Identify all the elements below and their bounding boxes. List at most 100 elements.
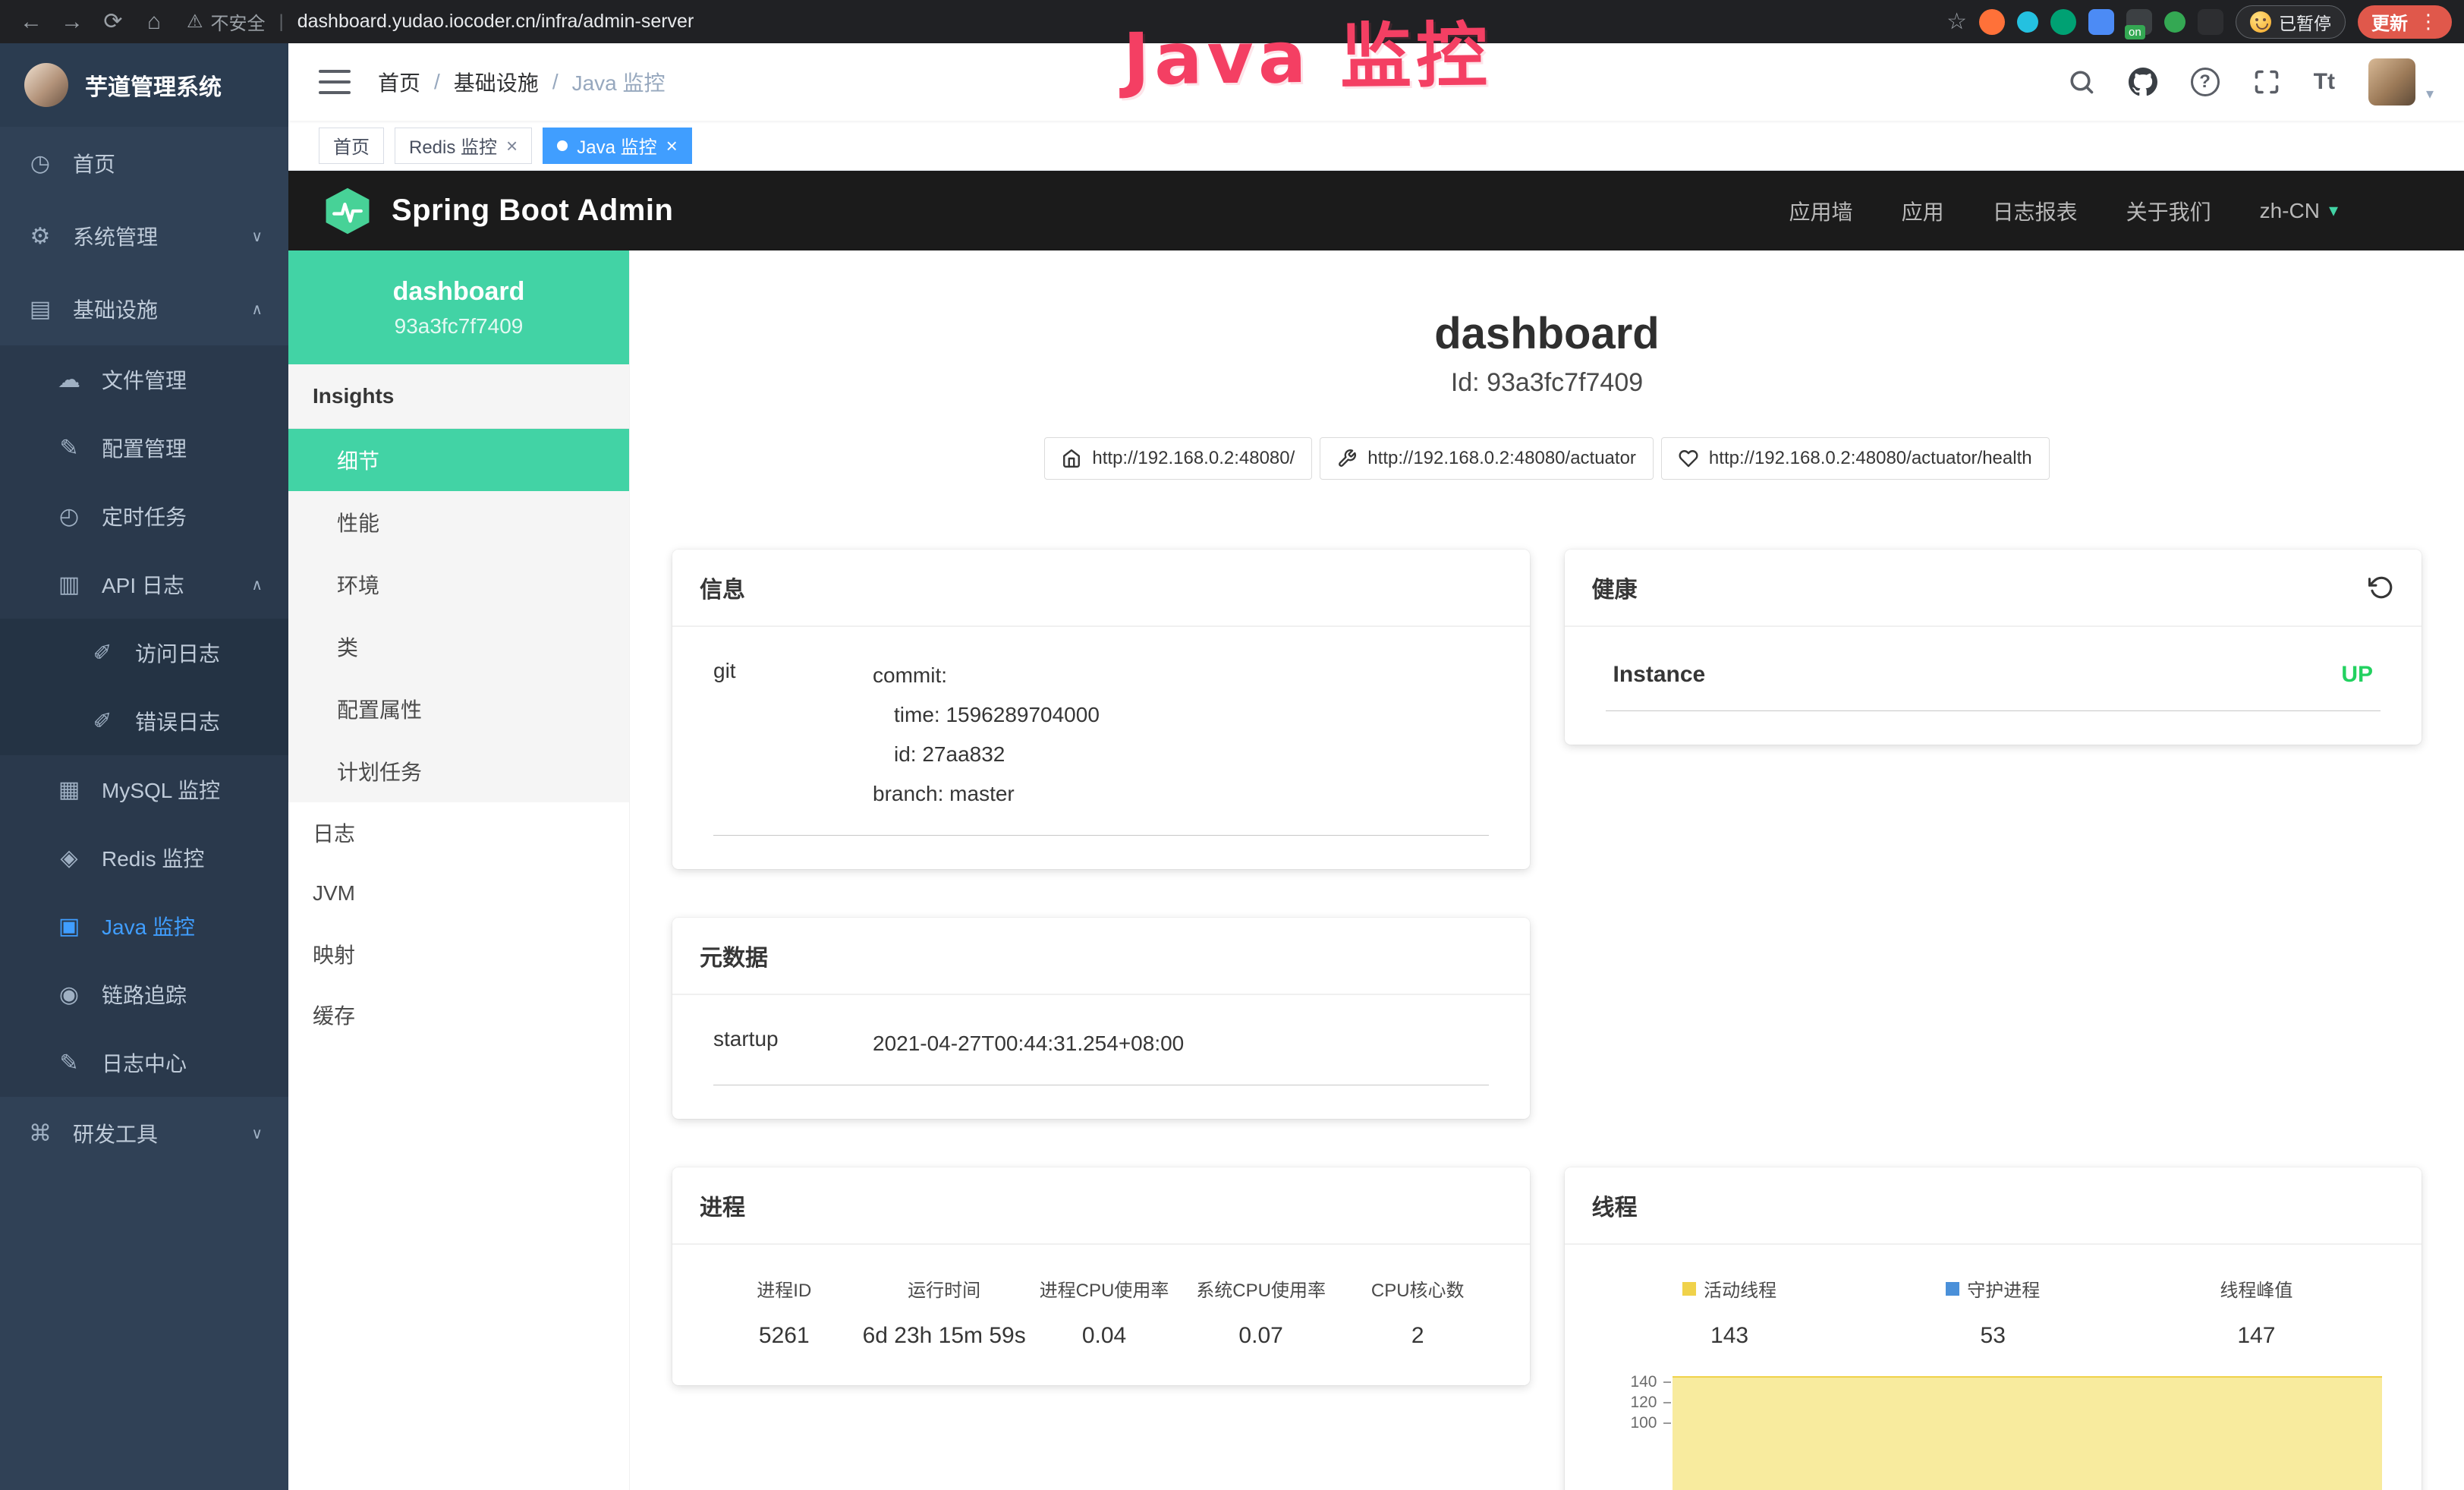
sidebar-item-home[interactable]: ◷ 首页 — [0, 127, 288, 200]
sba-item-config-props[interactable]: 配置属性 — [288, 678, 629, 740]
help-icon[interactable]: ? — [2191, 68, 2220, 96]
sidebar-item-redis-monitor[interactable]: ◈ Redis 监控 — [0, 824, 288, 892]
extension-grid-icon[interactable] — [2088, 9, 2114, 35]
emoji-face-icon — [2250, 11, 2271, 33]
extension-puzzle-icon[interactable] — [2198, 9, 2223, 35]
back-icon[interactable]: ← — [12, 5, 50, 39]
sba-item-metrics[interactable]: 性能 — [288, 491, 629, 553]
extension-switch-icon[interactable]: on — [2126, 9, 2152, 35]
avatar-caret-icon[interactable]: ▾ — [2426, 61, 2434, 103]
hamburger-icon[interactable] — [319, 70, 351, 94]
sba-item-details[interactable]: 细节 — [288, 429, 629, 491]
paused-badge[interactable]: 已暂停 — [2236, 5, 2346, 39]
extension-leaf-icon[interactable] — [2164, 11, 2186, 33]
sba-item-logs[interactable]: 日志 — [288, 802, 629, 863]
process-header: CPU核心数 — [1339, 1275, 1496, 1302]
legend-swatch-blue — [1946, 1282, 1959, 1296]
sba-item-mappings[interactable]: 映射 — [288, 924, 629, 984]
sba-item-environment[interactable]: 环境 — [288, 553, 629, 616]
sba-brand[interactable]: Spring Boot Admin — [323, 187, 673, 235]
app-logo[interactable]: 芋道管理系统 — [0, 43, 288, 127]
health-instance-label: Instance — [1613, 662, 1706, 688]
url-text[interactable]: dashboard.yudao.iocoder.cn/infra/admin-s… — [297, 11, 694, 33]
extension-drop-icon[interactable] — [2017, 11, 2038, 33]
locale-selector[interactable]: zh-CN ▾ — [2260, 199, 2338, 223]
github-icon[interactable] — [2129, 68, 2157, 96]
address-bar[interactable]: ⚠ 不安全 | dashboard.yudao.iocoder.cn/infra… — [187, 8, 1943, 35]
sba-nav-applications[interactable]: 应用 — [1902, 196, 1944, 226]
sidebar-item-error-logs[interactable]: ✐ 错误日志 — [0, 687, 288, 755]
threads-chart: 140 120 100 — [1598, 1372, 2389, 1470]
chevron-down-icon: ▾ — [2329, 200, 2338, 222]
sba-item-classes[interactable]: 类 — [288, 616, 629, 678]
user-avatar[interactable] — [2368, 58, 2415, 106]
sidebar-item-dev-tools[interactable]: ⌘ 研发工具 ∨ — [0, 1097, 288, 1170]
instance-header[interactable]: dashboard 93a3fc7f7409 — [288, 250, 629, 364]
sba-nav-journal[interactable]: 日志报表 — [1993, 196, 2078, 226]
close-icon[interactable]: × — [506, 136, 518, 156]
fullscreen-icon[interactable] — [2253, 68, 2280, 96]
process-card-title: 进程 — [700, 1189, 745, 1222]
sba-content: dashboard Id: 93a3fc7f7409 http://192.16… — [630, 250, 2464, 1490]
tag-redis-monitor[interactable]: Redis 监控 × — [395, 128, 532, 164]
text-size-icon[interactable]: Tt — [2314, 69, 2335, 95]
health-url: http://192.168.0.2:48080/actuator/health — [1709, 448, 2032, 469]
sba-item-scheduled-tasks[interactable]: 计划任务 — [288, 740, 629, 802]
sidebar-item-config-manage[interactable]: ✎ 配置管理 — [0, 414, 288, 482]
sidebar-item-label: 错误日志 — [135, 706, 220, 736]
extension-fox-icon[interactable] — [1979, 9, 2005, 35]
avatar[interactable] — [2368, 58, 2415, 106]
security-warning[interactable]: ⚠ 不安全 — [187, 8, 266, 35]
sidebar-item-file-manage[interactable]: ☁ 文件管理 — [0, 345, 288, 414]
update-button[interactable]: 更新 ⋮ — [2358, 5, 2452, 39]
document-icon: ▥ — [55, 572, 83, 598]
sba-nav-about[interactable]: 关于我们 — [2126, 196, 2211, 226]
info-card-title: 信息 — [700, 571, 745, 604]
breadcrumb-home[interactable]: 首页 — [378, 67, 420, 97]
metadata-card-title: 元数据 — [700, 939, 768, 972]
sidebar-item-mysql-monitor[interactable]: ▦ MySQL 监控 — [0, 755, 288, 824]
log-icon: ✎ — [55, 1050, 83, 1076]
threads-table: 活动线程 守护进程 线程峰值 143 53 147 — [1598, 1271, 2389, 1349]
breadcrumb-infra[interactable]: 基础设施 — [454, 67, 539, 97]
instance-subtitle: Id: 93a3fc7f7409 — [672, 368, 2422, 398]
sba-item-caches[interactable]: 缓存 — [288, 984, 629, 1045]
sba-item-jvm[interactable]: JVM — [288, 863, 629, 924]
tools-icon: ⌘ — [26, 1120, 55, 1147]
forward-icon[interactable]: → — [53, 5, 91, 39]
breadcrumb-separator: / — [552, 70, 559, 94]
security-label: 不安全 — [211, 8, 266, 35]
sidebar-item-system[interactable]: ⚙ 系统管理 ∨ — [0, 200, 288, 272]
sidebar-item-java-monitor[interactable]: ▣ Java 监控 — [0, 892, 288, 960]
bookmark-star-icon[interactable]: ☆ — [1946, 8, 1967, 35]
sidebar-item-label: 日志中心 — [102, 1047, 187, 1078]
startup-value: 2021-04-27T00:44:31.254+08:00 — [873, 1024, 1184, 1063]
actuator-url-button[interactable]: http://192.168.0.2:48080/actuator — [1320, 437, 1654, 480]
close-icon[interactable]: × — [666, 136, 678, 156]
tag-home[interactable]: 首页 — [319, 128, 384, 164]
sidebar-item-scheduled-jobs[interactable]: ◴ 定时任务 — [0, 482, 288, 550]
sidebar-item-log-center[interactable]: ✎ 日志中心 — [0, 1029, 288, 1097]
cards-grid: 信息 git commit: time: 1596289704000 id: 2… — [672, 550, 2422, 1490]
reload-icon[interactable]: ⟳ — [94, 5, 132, 39]
actuator-url: http://192.168.0.2:48080/actuator — [1367, 448, 1636, 469]
sba-nav: 应用墙 应用 日志报表 关于我们 zh-CN ▾ — [1789, 196, 2429, 226]
chart-plot-area — [1673, 1372, 2389, 1470]
browser-menu-icon[interactable]: ⋮ — [2418, 10, 2438, 33]
sidebar-item-tracing[interactable]: ◉ 链路追踪 — [0, 960, 288, 1029]
sidebar-item-api-logs[interactable]: ▥ API 日志 ∧ — [0, 550, 288, 619]
extension-check-icon[interactable] — [2050, 9, 2076, 35]
service-url-button[interactable]: http://192.168.0.2:48080/ — [1044, 437, 1312, 480]
browser-home-icon[interactable]: ⌂ — [135, 5, 173, 39]
sidebar-item-access-logs[interactable]: ✐ 访问日志 — [0, 619, 288, 687]
legend-label: 活动线程 — [1704, 1275, 1776, 1302]
health-url-button[interactable]: http://192.168.0.2:48080/actuator/health — [1661, 437, 2050, 480]
sba-nav-wallboard[interactable]: 应用墙 — [1789, 196, 1853, 226]
git-value: commit: time: 1596289704000 id: 27aa832 … — [873, 656, 1100, 814]
sidebar-item-infra[interactable]: ▤ 基础设施 ∧ — [0, 272, 288, 345]
tag-java-monitor[interactable]: Java 监控 × — [543, 128, 692, 164]
search-icon[interactable] — [2068, 68, 2095, 96]
history-icon[interactable] — [2368, 575, 2394, 600]
git-row: git commit: time: 1596289704000 id: 27aa… — [713, 653, 1489, 836]
process-table: 进程ID 运行时间 进程CPU使用率 系统CPU使用率 CPU核心数 5261 … — [706, 1271, 1496, 1352]
